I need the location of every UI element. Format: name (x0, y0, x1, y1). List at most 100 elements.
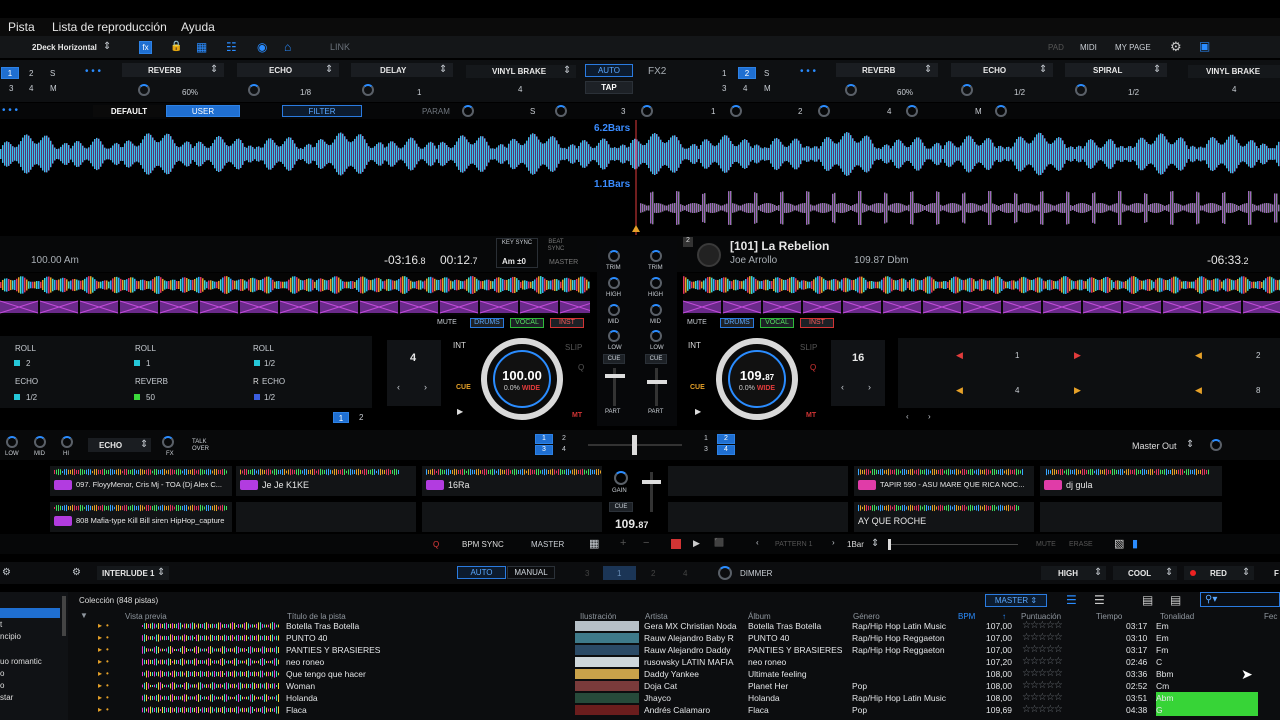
filter-selector[interactable]: FILTER (282, 105, 362, 117)
cue-left-button[interactable]: CUE (603, 354, 625, 364)
split-view-icon[interactable]: ▤ (1170, 593, 1181, 607)
pad-right-arrow-icon[interactable]: ▶ (1074, 350, 1081, 361)
detail-view-icon[interactable]: ☰ (1094, 593, 1105, 607)
deck-b-1[interactable]: 1 (704, 435, 708, 442)
sidebar-item[interactable]: o (0, 669, 4, 678)
pad-left-arrow-icon[interactable]: ◀ (956, 350, 963, 361)
param-knob-3[interactable] (641, 105, 653, 117)
deck2-play-icon[interactable]: ▶ (695, 407, 701, 416)
mix-num-3[interactable]: 3 (585, 569, 589, 578)
mypage-button[interactable]: MY PAGE (1115, 43, 1151, 52)
deck2-mt-button[interactable]: MT (806, 412, 816, 419)
broadcast-icon[interactable]: ⌂ (284, 40, 291, 54)
mic-fx-selector[interactable]: ECHO ⇕ (88, 438, 151, 452)
rating-stars[interactable]: ☆☆☆☆☆ (1022, 704, 1063, 716)
loop-halve-icon[interactable]: ‹ (397, 382, 400, 392)
channel-fader-right[interactable] (647, 380, 667, 384)
interlude-selector[interactable]: INTERLUDE 1 ⇕ (97, 566, 169, 580)
pad-left-arrow-icon[interactable]: ◀ (1195, 350, 1202, 361)
mix-num-4[interactable]: 4 (683, 569, 687, 578)
table-row[interactable]: ▸ • Flaca Andrés Calamaro Flaca Pop 109,69 ☆☆☆☆… (70, 704, 1280, 716)
save-sequence-icon[interactable]: ⬛ (714, 538, 724, 547)
table-row[interactable]: ▸ • Woman Doja Cat Planet Her Pop 108,00 ☆☆☆☆☆ 0… (70, 680, 1280, 692)
sampler-fader[interactable] (642, 480, 661, 484)
fx1-deck-2[interactable]: 2 (29, 69, 33, 78)
sidebar-item[interactable]: ncipio (0, 632, 21, 641)
deck2-inst-button[interactable]: INST (800, 318, 834, 328)
chevron-updown-icon[interactable]: ⇕ (103, 41, 111, 52)
deck1-beatloop[interactable]: 4 (410, 352, 416, 364)
fx2-slot-2[interactable]: ECHO ⇕ (951, 63, 1053, 77)
pad-button[interactable]: PAD (1048, 43, 1064, 52)
red-selector[interactable]: RED ⇕ (1184, 566, 1254, 580)
pattern-prev-icon[interactable]: ‹ (756, 538, 759, 547)
sampler-cue-button[interactable]: CUE (609, 502, 633, 512)
manual-mix-button[interactable]: MANUAL (507, 566, 555, 579)
sidebar-scrollbar[interactable] (62, 596, 66, 636)
deck1-mt-button[interactable]: MT (572, 412, 582, 419)
deck2-pad-4[interactable]: 4 (1015, 386, 1019, 395)
deck1-drums-button[interactable]: DRUMS (470, 318, 504, 328)
deck2-pad-2[interactable]: 2 (1256, 351, 1260, 360)
rating-stars[interactable]: ☆☆☆☆☆ (1022, 692, 1063, 704)
channel-fader-left[interactable] (605, 374, 625, 378)
fx1-deck-1[interactable]: 1 (1, 67, 19, 79)
mid-knob-left[interactable] (608, 304, 620, 316)
menu-pista[interactable]: Pista (8, 20, 35, 34)
fx2-slot-3[interactable]: SPIRAL ⇕ (1065, 63, 1167, 77)
panel-view-icon[interactable]: ▤ (1142, 593, 1153, 607)
rating-stars[interactable]: ☆☆☆☆☆ (1022, 632, 1063, 644)
rating-stars[interactable]: ☆☆☆☆☆ (1022, 656, 1063, 668)
loop-double-icon[interactable]: › (868, 382, 871, 392)
fx1-dots-icon[interactable]: • • • (85, 66, 101, 77)
sidebar-item[interactable]: o (0, 681, 4, 690)
deck1-pad-1[interactable]: ROLL 2 (10, 338, 126, 370)
param-knob-2[interactable] (555, 105, 567, 117)
mid-knob-right[interactable] (650, 304, 662, 316)
deck1-pad-2[interactable]: ROLL 1 (130, 338, 246, 370)
deck1-page-1[interactable]: 1 (333, 412, 349, 423)
gear-icon[interactable]: ⚙ (2, 567, 11, 578)
eq-mid-knob[interactable] (34, 436, 46, 448)
deck1-mute-label[interactable]: MUTE (437, 319, 457, 326)
eq-hi-knob[interactable] (61, 436, 73, 448)
midi-button[interactable]: MIDI (1080, 43, 1097, 52)
deck2-int-label[interactable]: INT (688, 341, 701, 350)
preview-waveform[interactable] (142, 633, 280, 643)
param-knob[interactable] (462, 105, 474, 117)
crossfader[interactable] (632, 435, 637, 455)
param-knob-6[interactable] (906, 105, 918, 117)
deck-a-4[interactable]: 4 (562, 446, 566, 453)
deck1-jog-wheel[interactable]: 100.00 0.0% WIDE (481, 338, 563, 420)
pattern-selector[interactable]: PATTERN 1 (775, 541, 812, 548)
master-out-selector[interactable]: Master Out (1132, 441, 1177, 451)
fx1-deck-m[interactable]: M (50, 84, 57, 93)
part-right[interactable]: PART (648, 409, 663, 415)
screen-icon[interactable]: ▣ (1199, 39, 1210, 53)
fx2-vinyl-slot[interactable]: VINYL BRAKE (1188, 65, 1280, 78)
deck2-pad-1[interactable]: 1 (1015, 351, 1019, 360)
waveform-view-icon[interactable]: ▮ (1132, 537, 1138, 550)
fx2-slot-1[interactable]: REVERB ⇕ (836, 63, 938, 77)
lock-icon[interactable]: 🔒 (170, 41, 182, 52)
trim-knob-left[interactable] (608, 250, 620, 262)
preview-waveform[interactable] (142, 693, 280, 703)
pattern-edit-icon[interactable]: ▧ (1114, 537, 1124, 550)
sequencer-grid-icon[interactable]: ▦ (589, 537, 599, 550)
param-knob-4[interactable] (730, 105, 742, 117)
bpm-sync-button[interactable]: BPM SYNC (462, 540, 504, 549)
master-level-knob[interactable] (1210, 439, 1222, 451)
fx2-knob-2[interactable] (961, 84, 973, 96)
preview-waveform[interactable] (142, 621, 280, 631)
trim-knob-right[interactable] (650, 250, 662, 262)
sidebar-item[interactable]: uo romantic (0, 657, 42, 666)
part-left[interactable]: PART (605, 409, 620, 415)
deck-a-3[interactable]: 3 (535, 445, 553, 455)
menu-help[interactable]: Ayuda (181, 20, 215, 34)
deck2-slip-label[interactable]: SLIP (800, 343, 817, 352)
minus-icon[interactable]: − (643, 537, 649, 549)
grid-icon[interactable]: ▦ (196, 40, 207, 54)
deck1-inst-button[interactable]: INST (550, 318, 584, 328)
param-knob-7[interactable] (995, 105, 1007, 117)
fx1-deck-3[interactable]: 3 (9, 84, 13, 93)
